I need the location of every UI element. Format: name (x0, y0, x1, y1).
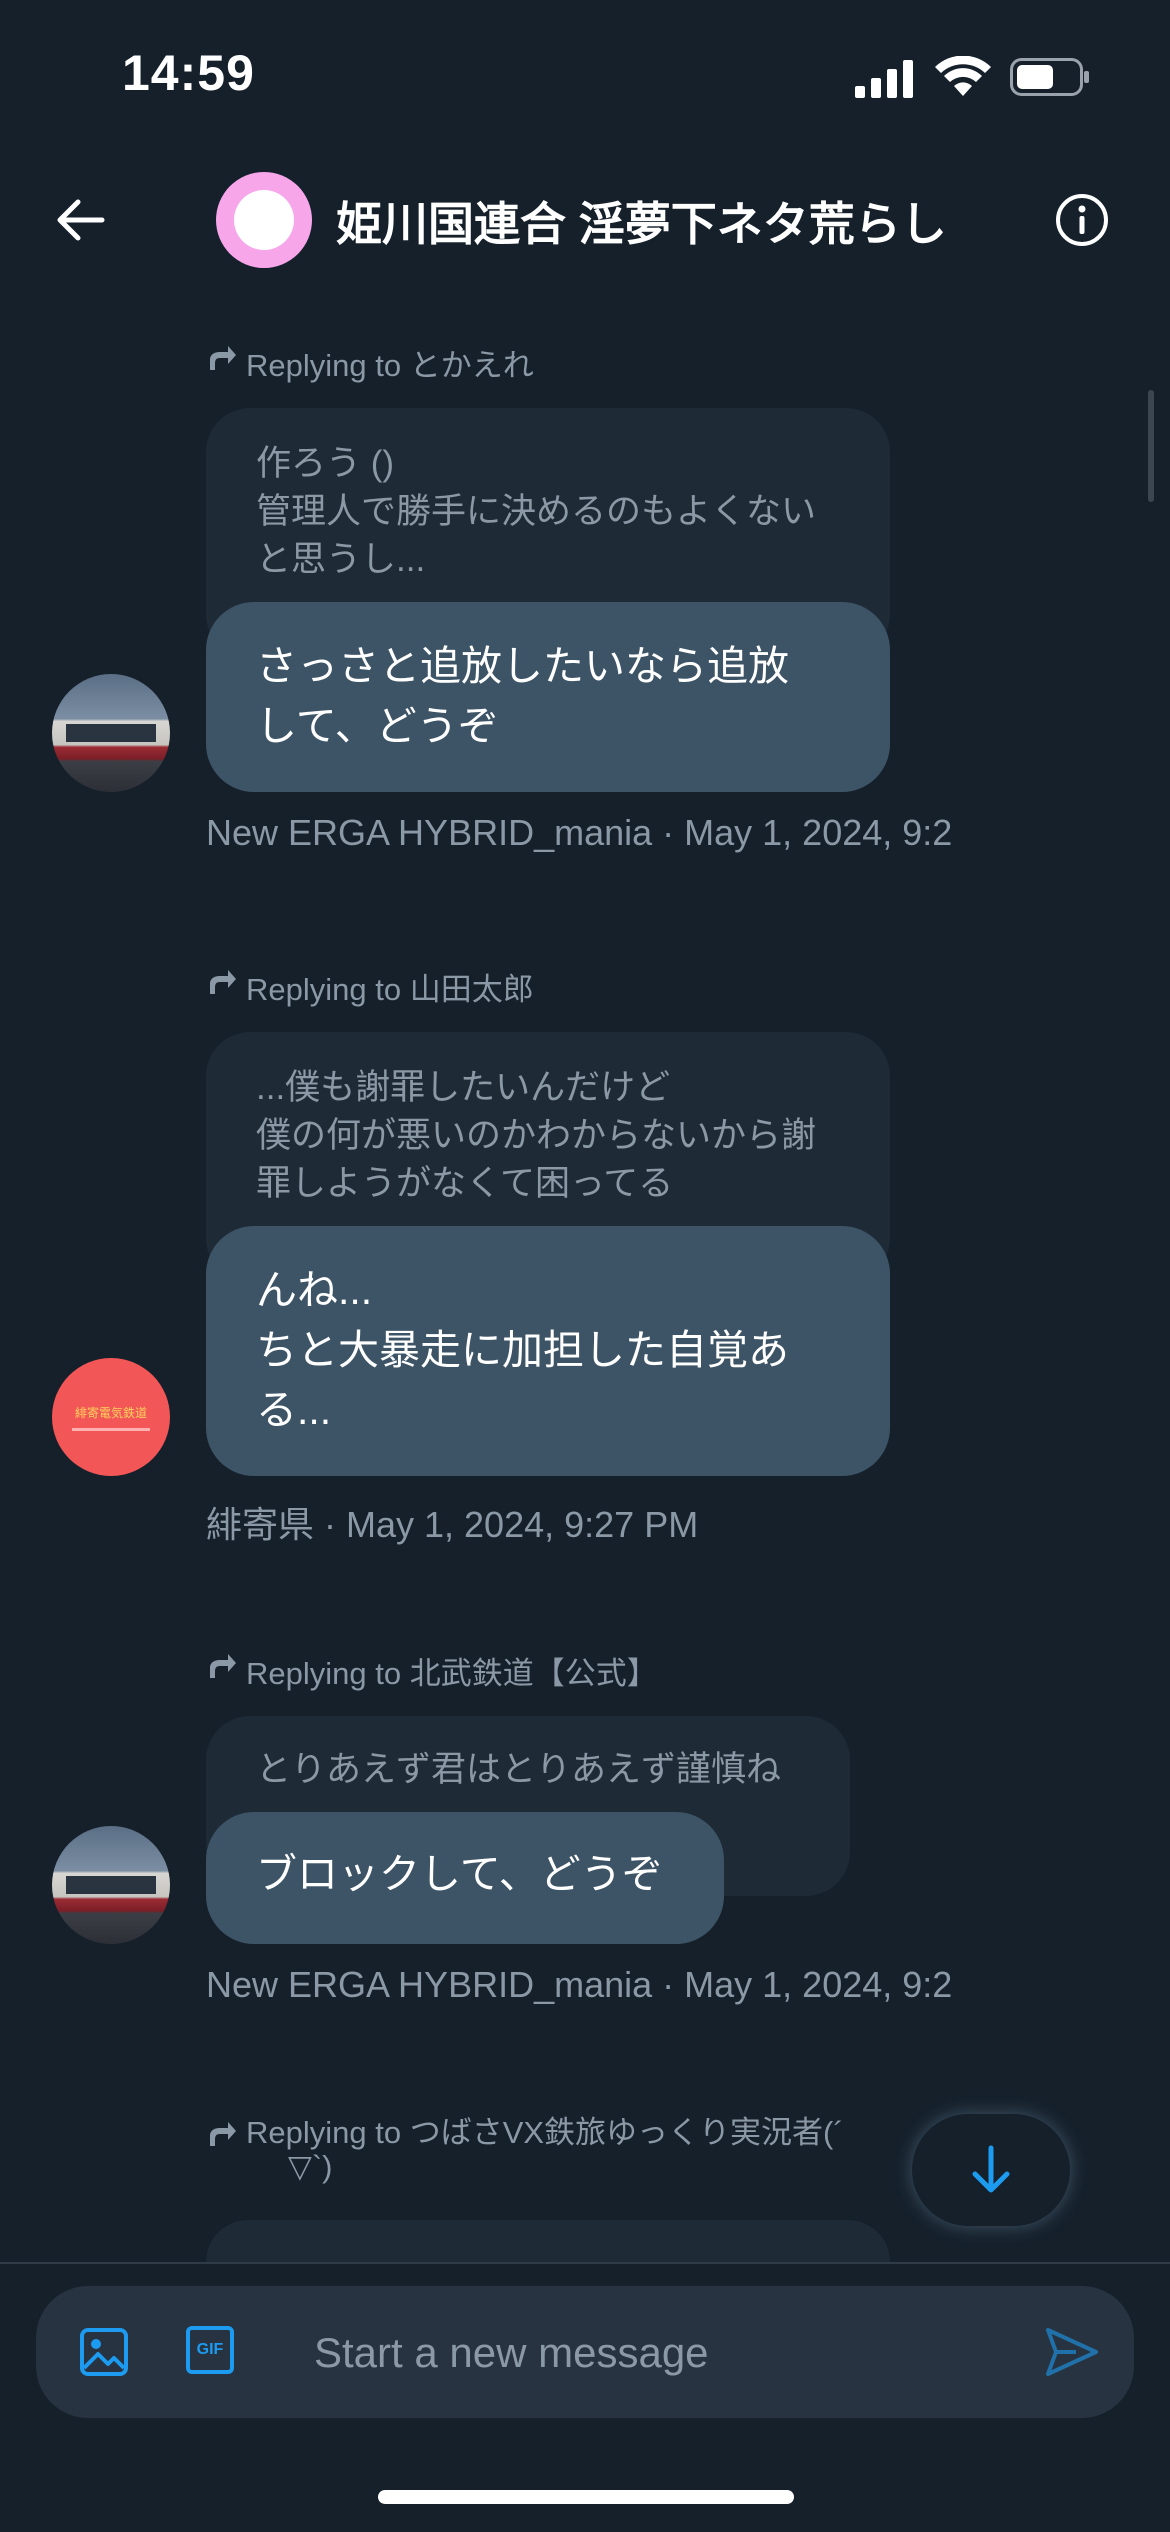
quoted-line: 作ろう () (256, 444, 395, 483)
quoted-line: 罪しようがなくて困ってる (256, 1164, 674, 1203)
reply-context: Replying to とかえれ (206, 340, 534, 385)
message-composer: GIF (36, 2286, 1134, 2418)
reply-context: Replying to 北武鉄道【公式】 (206, 1648, 658, 1693)
arrow-down-icon (972, 2145, 1010, 2193)
reply-arrow-icon (210, 1654, 236, 1678)
reply-context: Replying to つばさVX鉄旅ゆっくり実況者(´ ▽`) (206, 2116, 844, 2184)
quoted-line: と思うし... (256, 540, 426, 579)
battery-icon (1010, 58, 1089, 96)
quoted-line: とりあえず君はとりあえず謹慎ね (256, 1750, 782, 1789)
status-time: 14:59 (122, 45, 255, 101)
reply-to-label: Replying to 山田太郎 (246, 972, 534, 1007)
message-line: ちと大暴走に加担した自覚あ (256, 1327, 789, 1373)
message-input[interactable] (312, 2322, 1016, 2384)
sender-avatar[interactable] (52, 674, 170, 792)
sender-avatar[interactable] (52, 1826, 170, 1944)
message-line: る... (256, 1387, 332, 1433)
cellular-signal-icon (855, 60, 913, 98)
reply-arrow-icon (210, 346, 236, 370)
home-indicator (378, 2490, 794, 2504)
conversation-title[interactable]: 姫川国連合 淫夢下ネタ荒らし (336, 188, 947, 254)
quoted-line: 管理人で勝手に決めるのもよくない (256, 492, 817, 531)
message-line: ブロックして、どうぞ (256, 1851, 663, 1897)
quoted-line: 僕の何が悪いのかわからないから謝 (256, 1116, 817, 1155)
message-bubble[interactable]: んね... ちと大暴走に加担した自覚あ る... (206, 1226, 890, 1476)
message-line: さっさと追放したいなら追放 (256, 643, 789, 689)
sender-avatar[interactable]: 緋寄電気鉄道 (52, 1358, 170, 1476)
reply-arrow-icon (210, 2122, 236, 2146)
scroll-to-bottom-button[interactable] (912, 2114, 1070, 2226)
message-bubble[interactable]: さっさと追放したいなら追放 して、どうぞ (206, 602, 890, 792)
reply-to-label: Replying to つばさVX鉄旅ゆっくり実況者(´ (246, 2115, 844, 2150)
reply-to-label: ▽`) (288, 2149, 333, 2184)
message-line: して、どうぞ (256, 703, 499, 749)
message-bubble[interactable]: ブロックして、どうぞ (206, 1812, 724, 1944)
composer-divider (0, 2262, 1170, 2264)
wifi-icon (935, 56, 991, 96)
reply-arrow-icon (210, 970, 236, 994)
message-line: んね... (256, 1267, 373, 1313)
quoted-line: ...僕も謝罪したいんだけど (256, 1068, 671, 1107)
gif-button[interactable]: GIF (186, 2326, 234, 2374)
group-avatar[interactable] (216, 172, 312, 268)
back-arrow-icon[interactable] (52, 192, 108, 248)
scrollbar-thumb[interactable] (1148, 390, 1154, 502)
reply-to-label: Replying to 北武鉄道【公式】 (246, 1656, 658, 1691)
reply-context: Replying to 山田太郎 (206, 964, 534, 1009)
image-icon[interactable] (76, 2324, 132, 2380)
message-meta: 緋寄県 · May 1, 2024, 9:27 PM (206, 1504, 699, 1545)
message-meta: New ERGA HYBRID_mania · May 1, 2024, 9:2 (206, 1964, 953, 2005)
quoted-message[interactable] (206, 2220, 890, 2262)
info-icon[interactable] (1054, 192, 1110, 248)
send-icon[interactable] (1042, 2322, 1102, 2382)
message-meta: New ERGA HYBRID_mania · May 1, 2024, 9:2 (206, 812, 953, 853)
reply-to-label: Replying to とかえれ (246, 348, 534, 383)
